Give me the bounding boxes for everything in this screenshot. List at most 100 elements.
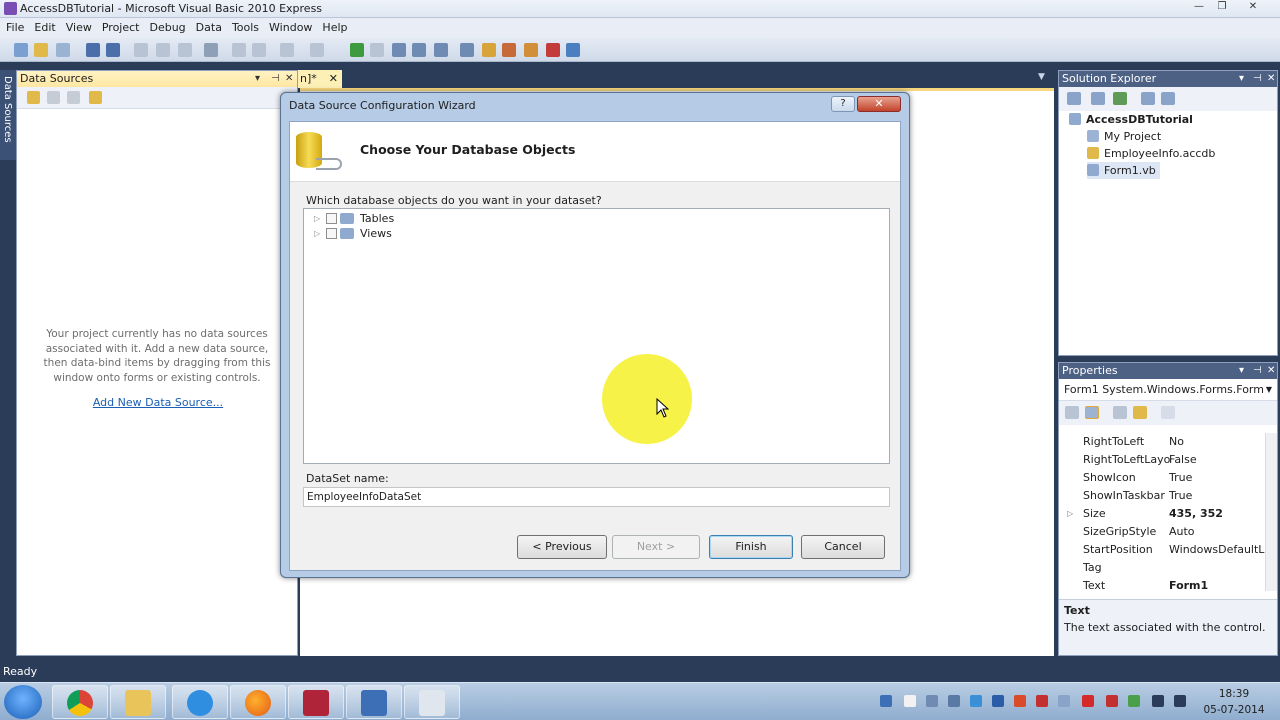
start-page-icon[interactable] xyxy=(566,43,580,57)
taskbar-explorer[interactable] xyxy=(110,685,166,719)
taskbar-visual-basic[interactable] xyxy=(346,685,402,719)
view-code-icon[interactable] xyxy=(1141,92,1155,105)
menu-window[interactable]: Window xyxy=(264,18,317,38)
tray-icon[interactable] xyxy=(1082,695,1094,707)
tree-item-database[interactable]: EmployeeInfo.accdb xyxy=(1087,145,1215,162)
volume-icon[interactable] xyxy=(1152,695,1164,707)
properties-icon[interactable] xyxy=(1067,92,1081,105)
add-item-icon[interactable] xyxy=(56,43,70,57)
find-icon[interactable] xyxy=(204,43,218,57)
object-selector[interactable]: Form1 System.Windows.Forms.Form ▼ xyxy=(1059,379,1277,401)
expand-icon[interactable]: ▷ xyxy=(314,211,320,226)
dropdown-icon[interactable]: ▾ xyxy=(1239,71,1244,87)
tray-icon[interactable] xyxy=(1014,695,1026,707)
menu-tools[interactable]: Tools xyxy=(227,18,264,38)
tray-icon[interactable] xyxy=(904,695,916,707)
pin-icon[interactable]: ⊣ xyxy=(1253,363,1262,379)
property-row[interactable]: ▷ Size 435, 352 xyxy=(1059,505,1265,523)
close-panel-icon[interactable]: ✕ xyxy=(1267,363,1275,379)
object-browser-icon[interactable] xyxy=(524,43,538,57)
step-over-icon[interactable] xyxy=(412,43,426,57)
network-icon[interactable] xyxy=(1174,695,1186,707)
database-objects-tree[interactable]: ▷ Tables ▷ Views xyxy=(303,208,890,464)
tab-list-icon[interactable]: ▼ xyxy=(1038,72,1045,82)
menu-debug[interactable]: Debug xyxy=(144,18,190,38)
events-icon[interactable] xyxy=(1133,406,1147,419)
open-icon[interactable] xyxy=(34,43,48,57)
tree-item-form1[interactable]: Form1.vb xyxy=(1087,162,1160,179)
add-data-source-icon[interactable] xyxy=(27,91,40,104)
close-panel-icon[interactable]: ✕ xyxy=(1267,71,1275,87)
tray-icon[interactable] xyxy=(1058,695,1070,707)
step-out-icon[interactable] xyxy=(434,43,448,57)
maximize-icon[interactable]: ❐ xyxy=(1212,1,1232,14)
finish-button[interactable]: Finish xyxy=(709,535,793,559)
solution-explorer-icon[interactable] xyxy=(460,43,474,57)
pin-icon[interactable]: ⊣ xyxy=(1253,71,1262,87)
tray-icon[interactable] xyxy=(926,695,938,707)
editor-document-tab[interactable]: n]* ✕ xyxy=(298,70,342,88)
error-list-icon[interactable] xyxy=(546,43,560,57)
property-row[interactable]: SizeGripStyle Auto xyxy=(1059,523,1265,541)
menu-edit[interactable]: Edit xyxy=(29,18,60,38)
windows-start-icon[interactable] xyxy=(4,685,42,719)
property-row[interactable]: RightToLeftLayo False xyxy=(1059,451,1265,469)
close-panel-icon[interactable]: ✕ xyxy=(285,71,293,87)
alphabetical-icon[interactable] xyxy=(1085,406,1099,419)
menu-file[interactable]: File xyxy=(1,18,29,38)
property-row[interactable]: ShowIcon True xyxy=(1059,469,1265,487)
comment-icon[interactable] xyxy=(232,43,246,57)
dropdown-icon[interactable]: ▾ xyxy=(255,71,260,87)
previous-button[interactable]: < Previous xyxy=(517,535,607,559)
tray-icon[interactable] xyxy=(948,695,960,707)
property-row[interactable]: StartPosition WindowsDefaultLc xyxy=(1059,541,1265,559)
tray-icon[interactable] xyxy=(1036,695,1048,707)
new-project-icon[interactable] xyxy=(14,43,28,57)
cut-icon[interactable] xyxy=(134,43,148,57)
save-all-icon[interactable] xyxy=(106,43,120,57)
step-into-icon[interactable] xyxy=(392,43,406,57)
taskbar-internet-explorer[interactable] xyxy=(172,685,228,719)
dropdown-icon[interactable]: ▾ xyxy=(1239,363,1244,379)
tables-checkbox[interactable] xyxy=(326,213,337,224)
tray-icon[interactable] xyxy=(880,695,892,707)
menu-help[interactable]: Help xyxy=(317,18,352,38)
close-tab-icon[interactable]: ✕ xyxy=(329,70,338,88)
view-designer-icon[interactable] xyxy=(1161,92,1175,105)
data-sources-side-tab[interactable]: Data Sources xyxy=(0,70,16,160)
categorized-icon[interactable] xyxy=(1065,406,1079,419)
refresh-icon[interactable] xyxy=(1113,92,1127,105)
property-row[interactable]: RightToLeft No xyxy=(1059,433,1265,451)
stop-icon[interactable] xyxy=(370,43,384,57)
tray-icon[interactable] xyxy=(992,695,1004,707)
taskbar-firefox[interactable] xyxy=(230,685,286,719)
properties-view-icon[interactable] xyxy=(1113,406,1127,419)
tree-item-solution[interactable]: AccessDBTutorial xyxy=(1069,111,1193,128)
property-pages-icon[interactable] xyxy=(1161,406,1175,419)
copy-icon[interactable] xyxy=(156,43,170,57)
property-row[interactable]: ShowInTaskbar True xyxy=(1059,487,1265,505)
pin-icon[interactable]: ⊣ xyxy=(271,71,280,87)
paste-icon[interactable] xyxy=(178,43,192,57)
edit-dataset-icon[interactable] xyxy=(47,91,60,104)
tray-icon[interactable] xyxy=(1106,695,1118,707)
taskbar-chrome[interactable] xyxy=(52,685,108,719)
save-icon[interactable] xyxy=(86,43,100,57)
taskbar-window[interactable] xyxy=(404,685,460,719)
tray-icon[interactable] xyxy=(1128,695,1140,707)
views-checkbox[interactable] xyxy=(326,228,337,239)
cancel-button[interactable]: Cancel xyxy=(801,535,885,559)
uncomment-icon[interactable] xyxy=(252,43,266,57)
start-debugging-icon[interactable] xyxy=(350,43,364,57)
menu-view[interactable]: View xyxy=(61,18,97,38)
menu-project[interactable]: Project xyxy=(97,18,145,38)
properties-icon[interactable] xyxy=(482,43,496,57)
close-icon[interactable]: ✕ xyxy=(857,96,901,112)
configure-icon[interactable] xyxy=(67,91,80,104)
property-row[interactable]: Text Form1 xyxy=(1059,577,1265,595)
add-new-data-source-link[interactable]: Add New Data Source... xyxy=(17,396,299,409)
properties-scrollbar[interactable] xyxy=(1265,433,1277,591)
tree-item-my-project[interactable]: My Project xyxy=(1087,128,1161,145)
clock[interactable]: 18:39 05-07-2014 xyxy=(1192,686,1276,718)
property-row[interactable]: Tag xyxy=(1059,559,1265,577)
